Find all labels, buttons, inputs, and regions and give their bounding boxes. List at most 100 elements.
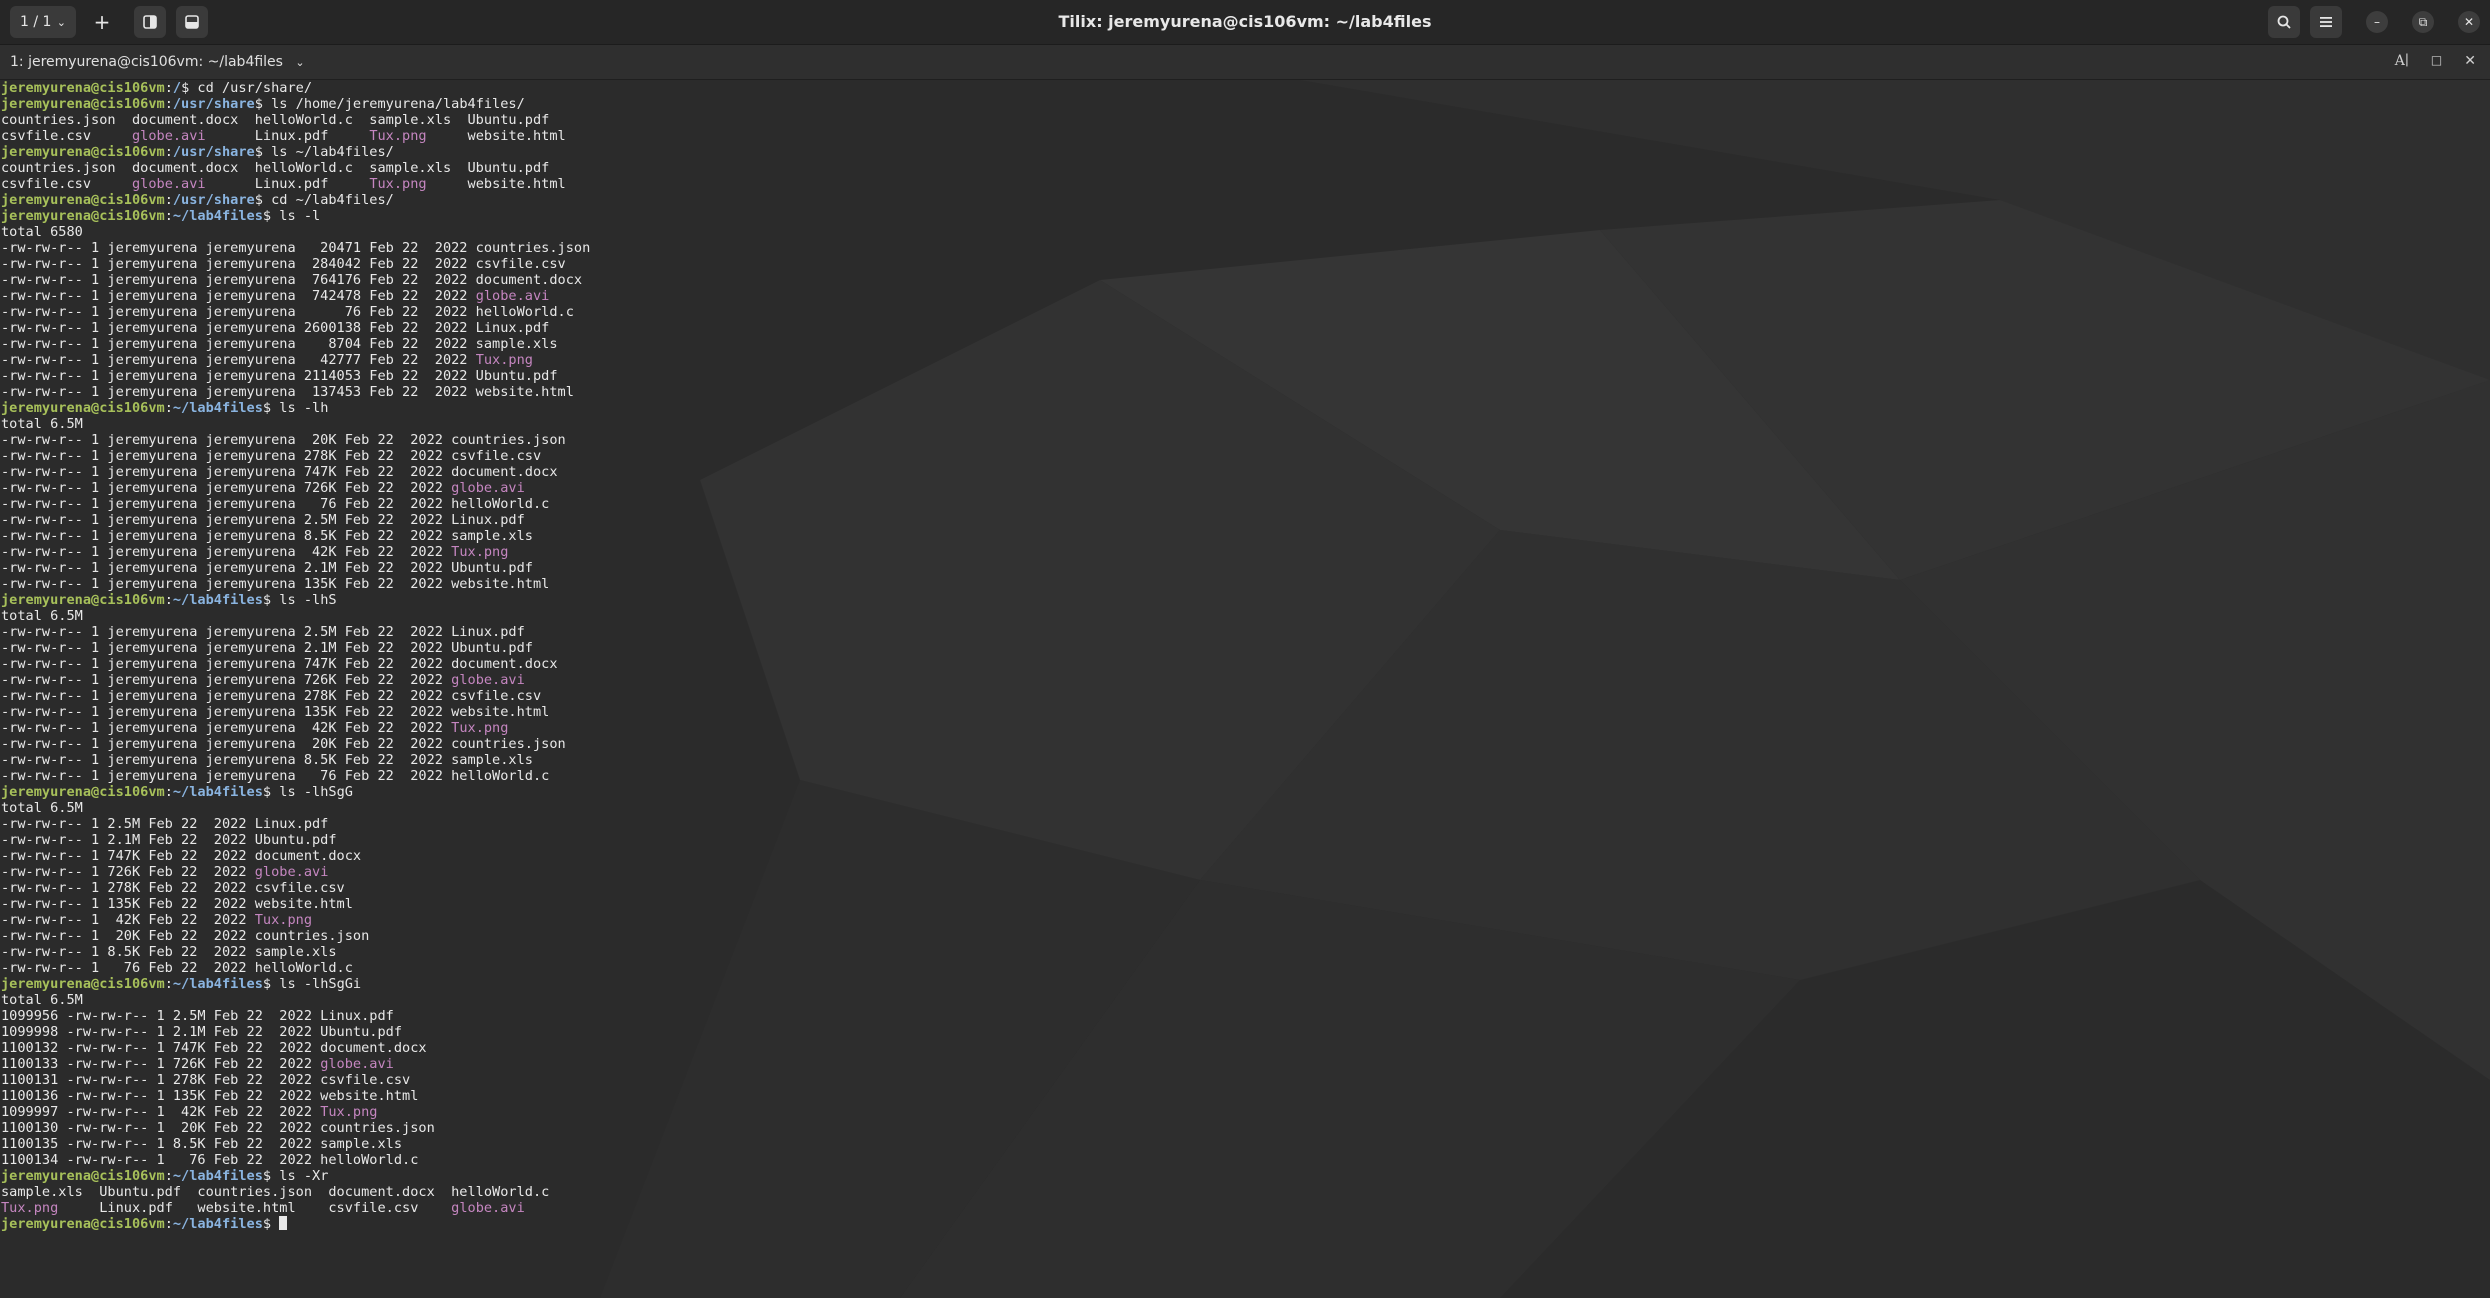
- terminal-text: :: [164, 208, 173, 224]
- terminal-line: -rw-rw-r-- 1 747K Feb 22 2022 document.d…: [1, 848, 2481, 864]
- terminal-line: -rw-rw-r-- 1 726K Feb 22 2022 globe.avi: [1, 864, 2481, 880]
- terminal-text: $ cd ~/lab4files/: [254, 192, 394, 208]
- terminal-text: -rw-rw-r-- 1 jeremyurena jeremyurena 726…: [1, 480, 452, 496]
- prompt-path: ~/lab4files: [172, 976, 263, 992]
- prompt-path: ~/lab4files: [172, 592, 263, 608]
- terminal-text: -rw-rw-r-- 1 135K Feb 22 2022 website.ht…: [1, 896, 353, 912]
- terminal-text: website.html: [426, 176, 566, 192]
- terminal-line: 1099956 -rw-rw-r-- 1 2.5M Feb 22 2022 Li…: [1, 1008, 2481, 1024]
- prompt-user-host: jeremyurena@cis106vm: [1, 144, 165, 160]
- terminal-text: $ ls -lhSgG: [262, 784, 353, 800]
- prompt-path: /usr/share: [172, 144, 255, 160]
- terminal-line: -rw-rw-r-- 1 jeremyurena jeremyurena 2.5…: [1, 512, 2481, 528]
- terminal-text: $ ls -lhSgGi: [262, 976, 362, 992]
- terminal-line: csvfile.csv globe.avi Linux.pdf Tux.png …: [1, 176, 2481, 192]
- terminal-text: -rw-rw-r-- 1 jeremyurena jeremyurena 747…: [1, 464, 558, 480]
- prompt-user-host: jeremyurena@cis106vm: [1, 1216, 165, 1232]
- prompt-user-host: jeremyurena@cis106vm: [1, 784, 165, 800]
- terminal-text: 1100131 -rw-rw-r-- 1 278K Feb 22 2022 cs…: [1, 1072, 411, 1088]
- terminal-text: total 6580: [1, 224, 83, 240]
- terminal-line: -rw-rw-r-- 1 jeremyurena jeremyurena 135…: [1, 704, 2481, 720]
- terminal-text: -rw-rw-r-- 1 jeremyurena jeremyurena 742…: [1, 288, 476, 304]
- prompt-user-host: jeremyurena@cis106vm: [1, 400, 165, 416]
- terminal-line: -rw-rw-r-- 1 jeremyurena jeremyurena 2.5…: [1, 624, 2481, 640]
- menu-icon[interactable]: [2310, 6, 2342, 38]
- terminal-text: -rw-rw-r-- 1 jeremyurena jeremyurena 135…: [1, 576, 550, 592]
- terminal-text: 1100133 -rw-rw-r-- 1 726K Feb 22 2022: [1, 1056, 321, 1072]
- terminal-line: -rw-rw-r-- 1 jeremyurena jeremyurena 742…: [1, 288, 2481, 304]
- terminal-text: :: [164, 80, 173, 96]
- terminal-text: 1100130 -rw-rw-r-- 1 20K Feb 22 2022 cou…: [1, 1120, 435, 1136]
- terminal-text: 1100134 -rw-rw-r-- 1 76 Feb 22 2022 hell…: [1, 1152, 419, 1168]
- terminal-text: $ ls /home/jeremyurena/lab4files/: [254, 96, 525, 112]
- prompt-user-host: jeremyurena@cis106vm: [1, 80, 165, 96]
- prompt-path: /usr/share: [172, 96, 255, 112]
- terminal-text: $ ls -l: [262, 208, 321, 224]
- terminal-title-dropdown[interactable]: 1: jeremyurena@cis106vm: ~/lab4files ⌄: [10, 54, 305, 70]
- terminal-text: -rw-rw-r-- 1 jeremyurena jeremyurena 278…: [1, 448, 542, 464]
- terminal-text: $ ls -Xr: [262, 1168, 329, 1184]
- terminal-line: -rw-rw-r-- 1 jeremyurena jeremyurena 726…: [1, 672, 2481, 688]
- terminal-text: -rw-rw-r-- 1 jeremyurena jeremyurena 76 …: [1, 496, 550, 512]
- terminal-line: -rw-rw-r-- 1 2.1M Feb 22 2022 Ubuntu.pdf: [1, 832, 2481, 848]
- terminal-text: 1099997 -rw-rw-r-- 1 42K Feb 22 2022: [1, 1104, 321, 1120]
- terminal-line: 1100132 -rw-rw-r-- 1 747K Feb 22 2022 do…: [1, 1040, 2481, 1056]
- font-icon[interactable]: A∣: [2395, 53, 2409, 69]
- terminal-line: -rw-rw-r-- 1 jeremyurena jeremyurena 20K…: [1, 736, 2481, 752]
- title-bar: 1 / 1 ⌄ + Tilix: jeremyurena@cis106vm: ~…: [0, 0, 2490, 45]
- terminal-line: -rw-rw-r-- 1 jeremyurena jeremyurena 135…: [1, 576, 2481, 592]
- terminal-text: 1099998 -rw-rw-r-- 1 2.1M Feb 22 2022 Ub…: [1, 1024, 403, 1040]
- terminal-text: Tux.png: [369, 128, 427, 144]
- terminal-text: countries.json document.docx helloWorld.…: [1, 112, 550, 128]
- minimize-icon[interactable]: –: [2366, 11, 2388, 33]
- prompt-path: ~/lab4files: [172, 400, 263, 416]
- search-icon[interactable]: [2268, 6, 2300, 38]
- close-icon[interactable]: ✕: [2458, 11, 2480, 33]
- terminal-line: -rw-rw-r-- 1 jeremyurena jeremyurena 204…: [1, 240, 2481, 256]
- terminal-text: total 6.5M: [1, 992, 83, 1008]
- terminal-text: Tux.png: [475, 352, 533, 368]
- terminal-line: -rw-rw-r-- 1 jeremyurena jeremyurena 278…: [1, 448, 2481, 464]
- terminal-text: -rw-rw-r-- 1 jeremyurena jeremyurena 284…: [1, 256, 566, 272]
- prompt-path: /usr/share: [172, 192, 255, 208]
- terminal-text: Tux.png: [451, 544, 509, 560]
- terminal-text: -rw-rw-r-- 1 747K Feb 22 2022 document.d…: [1, 848, 362, 864]
- terminal-line: -rw-rw-r-- 1 jeremyurena jeremyurena 278…: [1, 688, 2481, 704]
- terminal-line: -rw-rw-r-- 1 jeremyurena jeremyurena 76 …: [1, 768, 2481, 784]
- maximize-icon[interactable]: ⧉: [2412, 11, 2434, 33]
- terminal-line: -rw-rw-r-- 1 jeremyurena jeremyurena 427…: [1, 352, 2481, 368]
- terminal-text: $ cd /usr/share/: [181, 80, 313, 96]
- terminal-line: -rw-rw-r-- 1 2.5M Feb 22 2022 Linux.pdf: [1, 816, 2481, 832]
- maximize-terminal-icon[interactable]: □: [2431, 53, 2442, 69]
- terminal-text: -rw-rw-r-- 1 jeremyurena jeremyurena 764…: [1, 272, 583, 288]
- prompt-user-host: jeremyurena@cis106vm: [1, 976, 165, 992]
- terminal-line: jeremyurena@cis106vm:~/lab4files$ ls -l: [1, 208, 2481, 224]
- terminal-line: 1100131 -rw-rw-r-- 1 278K Feb 22 2022 cs…: [1, 1072, 2481, 1088]
- terminal-line: 1100130 -rw-rw-r-- 1 20K Feb 22 2022 cou…: [1, 1120, 2481, 1136]
- terminal-text: :: [164, 592, 173, 608]
- terminal-line: jeremyurena@cis106vm:/usr/share$ cd ~/la…: [1, 192, 2481, 208]
- terminal-text: countries.json document.docx helloWorld.…: [1, 160, 550, 176]
- terminal-text: $ ls -lh: [262, 400, 329, 416]
- prompt-path: /: [172, 80, 182, 96]
- terminal-line: 1099997 -rw-rw-r-- 1 42K Feb 22 2022 Tux…: [1, 1104, 2481, 1120]
- terminal-line: total 6.5M: [1, 992, 2481, 1008]
- terminal-text: -rw-rw-r-- 1 jeremyurena jeremyurena 20K…: [1, 432, 566, 448]
- terminal-text: total 6.5M: [1, 608, 83, 624]
- terminal-text: -rw-rw-r-- 1 76 Feb 22 2022 helloWorld.c: [1, 960, 353, 976]
- terminal-text: -rw-rw-r-- 1 jeremyurena jeremyurena 204…: [1, 240, 591, 256]
- close-terminal-icon[interactable]: ✕: [2464, 53, 2476, 69]
- terminal-text: Tux.png: [451, 720, 509, 736]
- terminal-text: globe.avi: [451, 1200, 525, 1216]
- terminal-text: website.html: [426, 128, 566, 144]
- terminal-output[interactable]: jeremyurena@cis106vm:/$ cd /usr/share/je…: [1, 80, 2481, 1295]
- terminal-header: 1: jeremyurena@cis106vm: ~/lab4files ⌄ A…: [0, 45, 2490, 80]
- terminal-text: -rw-rw-r-- 1 jeremyurena jeremyurena 747…: [1, 656, 558, 672]
- terminal-text: 1100132 -rw-rw-r-- 1 747K Feb 22 2022 do…: [1, 1040, 427, 1056]
- prompt-path: ~/lab4files: [172, 1168, 263, 1184]
- prompt-path: ~/lab4files: [172, 784, 263, 800]
- terminal-line: -rw-rw-r-- 1 jeremyurena jeremyurena 76 …: [1, 496, 2481, 512]
- terminal-text: Tux.png: [369, 176, 427, 192]
- terminal-text: -rw-rw-r-- 1 jeremyurena jeremyurena 42K…: [1, 720, 452, 736]
- terminal-text: -rw-rw-r-- 1 2.1M Feb 22 2022 Ubuntu.pdf: [1, 832, 337, 848]
